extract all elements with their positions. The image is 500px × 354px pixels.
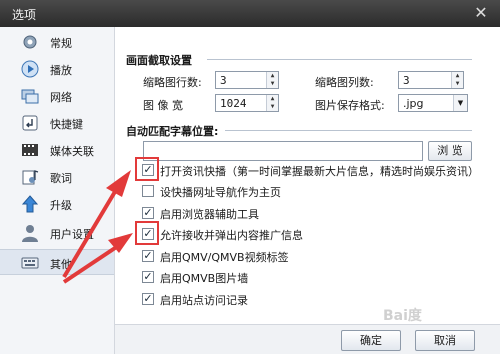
option-label: 允许接收并弹出内容推广信息	[160, 229, 303, 242]
width-stepper[interactable]: 1024 ▲ ▼	[215, 94, 279, 112]
checkbox[interactable]	[142, 185, 154, 197]
film-icon	[22, 144, 38, 156]
sidebar-item-lyrics[interactable]: 歌词	[0, 164, 114, 190]
sidebar-item-general[interactable]: 常规	[0, 29, 114, 55]
sidebar-item-user[interactable]: 用户设置	[0, 220, 114, 246]
width-label: 图 像 宽	[143, 99, 183, 112]
checkbox[interactable]: ✓	[142, 271, 154, 283]
divider	[225, 130, 472, 131]
sidebar-item-label: 媒体关联	[50, 145, 94, 158]
divider	[207, 59, 472, 60]
sidebar-item-label: 升级	[50, 199, 72, 212]
cols-label: 缩略图列数:	[315, 76, 374, 89]
sidebar-item-shortcut[interactable]: 快捷键	[0, 110, 114, 136]
watermark: Bai度	[383, 308, 422, 324]
sidebar-item-media[interactable]: 媒体关联	[0, 137, 114, 163]
network-icon	[21, 89, 39, 104]
shortcut-icon	[22, 115, 38, 131]
stepper-buttons[interactable]: ▲ ▼	[451, 72, 463, 88]
width-value: 1024	[220, 97, 247, 110]
subtitle-path-input[interactable]	[143, 141, 423, 161]
user-icon	[22, 225, 38, 242]
upgrade-icon	[21, 195, 39, 213]
option-label: 启用站点访问记录	[160, 294, 248, 307]
format-value: .jpg	[403, 97, 424, 110]
other-icon	[21, 257, 39, 269]
sidebar-item-play[interactable]: 播放	[0, 56, 114, 82]
sidebar: 常规 播放 网络 快捷键 媒体关联 歌词 升级 用户设置 其他	[0, 27, 115, 354]
option-label: 启用浏览器辅助工具	[160, 208, 259, 221]
sidebar-item-network[interactable]: 网络	[0, 83, 114, 109]
annotation-box	[135, 221, 159, 245]
annotation-box	[135, 157, 159, 181]
sidebar-item-upgrade[interactable]: 升级	[0, 191, 114, 217]
format-select[interactable]: .jpg ▼	[398, 94, 468, 112]
browse-button[interactable]: 浏 览	[428, 141, 472, 161]
sidebar-item-label: 播放	[50, 64, 72, 77]
option-label: 启用QMVB图片墙	[160, 272, 249, 285]
rows-value: 3	[220, 74, 227, 87]
option-label: 启用QMV/QMVB视频标签	[160, 251, 289, 264]
ok-button[interactable]: 确定	[341, 330, 401, 351]
checkbox[interactable]: ✓	[142, 207, 154, 219]
chevron-down-icon[interactable]: ▼	[453, 95, 467, 111]
dialog-footer: 确定 取消	[115, 324, 500, 354]
screenshot-section-title: 画面截取设置	[126, 54, 192, 67]
cols-stepper[interactable]: 3 ▲ ▼	[398, 71, 464, 89]
sidebar-item-label: 网络	[50, 91, 72, 104]
rows-stepper[interactable]: 3 ▲ ▼	[215, 71, 279, 89]
sidebar-item-label: 常规	[50, 37, 72, 50]
gear-icon	[23, 35, 37, 49]
cols-value: 3	[403, 74, 410, 87]
window-title: 选项	[12, 8, 37, 22]
sidebar-item-label: 歌词	[50, 172, 72, 185]
stepper-buttons[interactable]: ▲ ▼	[266, 95, 278, 111]
cancel-button[interactable]: 取消	[415, 330, 475, 351]
sidebar-item-label: 用户设置	[50, 228, 94, 241]
play-icon	[21, 60, 39, 78]
subtitle-section-title: 自动匹配字幕位置:	[126, 125, 219, 138]
option-label: 打开资讯快播（第一时间掌握最新大片信息，精选时尚娱乐资讯）	[160, 165, 479, 178]
checkbox[interactable]: ✓	[142, 293, 154, 305]
checkbox[interactable]: ✓	[142, 250, 154, 262]
close-icon[interactable]: ✕	[471, 3, 491, 23]
title-bar: 选项 ✕	[0, 0, 500, 27]
stepper-buttons[interactable]: ▲ ▼	[266, 72, 278, 88]
sidebar-item-other[interactable]: 其他	[0, 249, 114, 275]
sidebar-item-label: 其他	[50, 258, 72, 271]
format-label: 图片保存格式:	[315, 99, 385, 112]
lyrics-icon	[22, 170, 39, 185]
option-label: 设快播网址导航作为主页	[160, 186, 281, 199]
rows-label: 缩略图行数:	[143, 76, 202, 89]
sidebar-item-label: 快捷键	[50, 118, 83, 131]
